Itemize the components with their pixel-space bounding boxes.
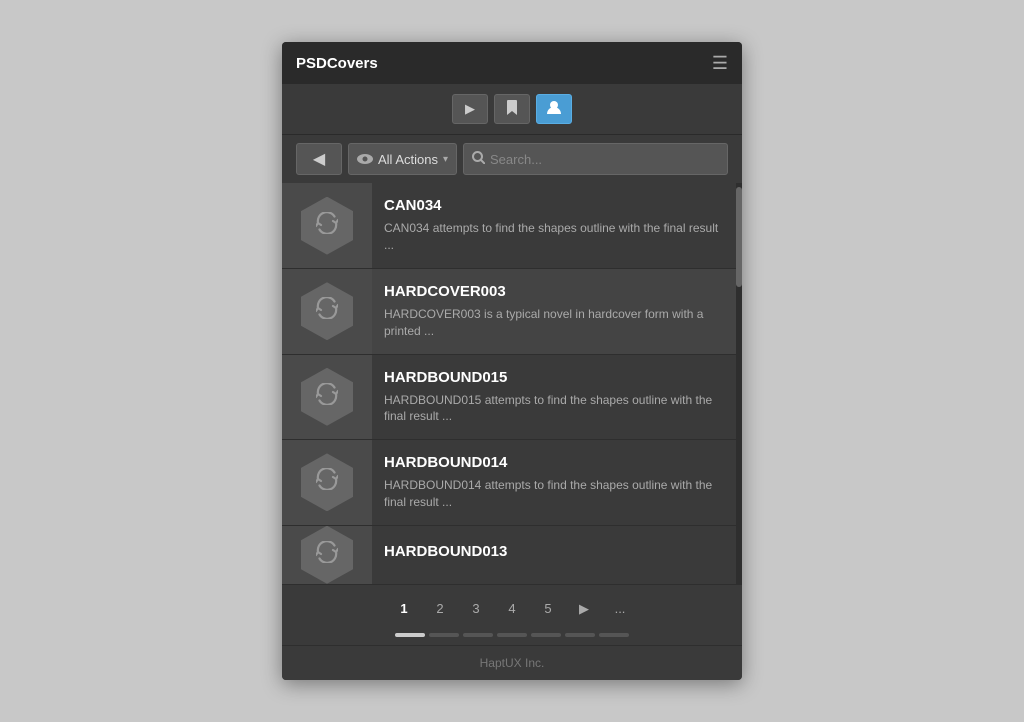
list-items: CAN034 CAN034 attempts to find the shape… — [282, 183, 736, 584]
refresh-icon — [316, 541, 338, 569]
scrollbar-track[interactable] — [736, 183, 742, 584]
item-title: HARDBOUND014 — [384, 454, 724, 471]
hex-shape — [301, 526, 353, 584]
item-description: HARDBOUND014 attempts to find the shapes… — [384, 477, 724, 511]
toolbar: ▶ — [282, 84, 742, 135]
list-wrapper: CAN034 CAN034 attempts to find the shape… — [282, 183, 742, 584]
eye-icon — [357, 152, 373, 167]
footer: HaptUX Inc. — [282, 645, 742, 680]
list-item[interactable]: HARDBOUND015 HARDBOUND015 attempts to fi… — [282, 355, 736, 441]
page-next-button[interactable]: ▶ — [568, 595, 600, 623]
item-thumbnail — [282, 355, 372, 440]
page-button-3[interactable]: 3 — [460, 595, 492, 623]
page-indicator — [497, 633, 527, 637]
back-button[interactable]: ◀ — [296, 143, 342, 175]
page-ellipsis[interactable]: ... — [604, 595, 636, 623]
page-indicator — [463, 633, 493, 637]
item-content: HARDCOVER003 HARDCOVER003 is a typical n… — [372, 269, 736, 354]
item-content: HARDBOUND015 HARDBOUND015 attempts to fi… — [372, 355, 736, 440]
bookmark-button[interactable] — [494, 94, 530, 124]
refresh-icon — [316, 383, 338, 411]
list-item[interactable]: CAN034 CAN034 attempts to find the shape… — [282, 183, 736, 269]
page-button-4[interactable]: 4 — [496, 595, 528, 623]
item-title: HARDCOVER003 — [384, 283, 724, 300]
refresh-icon — [316, 468, 338, 496]
item-thumbnail — [282, 269, 372, 354]
search-bar: ◀ All Actions ▾ — [282, 135, 742, 183]
hex-shape — [301, 197, 353, 255]
page-indicator — [565, 633, 595, 637]
scrollbar-thumb[interactable] — [736, 187, 742, 287]
play-button[interactable]: ▶ — [452, 94, 488, 124]
hex-shape — [301, 368, 353, 426]
item-content: HARDBOUND014 HARDBOUND014 attempts to fi… — [372, 440, 736, 525]
page-button-2[interactable]: 2 — [424, 595, 456, 623]
page-button-1[interactable]: 1 — [388, 595, 420, 623]
header: PSDCovers ☰ — [282, 42, 742, 84]
filter-label: All Actions — [378, 152, 438, 167]
hex-shape — [301, 282, 353, 340]
app-title: PSDCovers — [296, 55, 378, 72]
search-icon — [472, 151, 485, 167]
page-indicator-active — [395, 633, 425, 637]
search-input-wrapper — [463, 143, 728, 175]
user-button[interactable] — [536, 94, 572, 124]
page-indicator — [429, 633, 459, 637]
filter-dropdown[interactable]: All Actions ▾ — [348, 143, 457, 175]
item-title: CAN034 — [384, 197, 724, 214]
item-content: CAN034 CAN034 attempts to find the shape… — [372, 183, 736, 268]
pagination: 1 2 3 4 5 ▶ ... — [282, 585, 742, 629]
item-thumbnail — [282, 440, 372, 525]
item-title: HARDBOUND015 — [384, 369, 724, 386]
list-item[interactable]: HARDCOVER003 HARDCOVER003 is a typical n… — [282, 269, 736, 355]
app-container: PSDCovers ☰ ▶ — [282, 42, 742, 679]
chevron-down-icon: ▾ — [443, 154, 448, 165]
item-description: HARDCOVER003 is a typical novel in hardc… — [384, 306, 724, 340]
page-indicator — [531, 633, 561, 637]
refresh-icon — [316, 212, 338, 240]
bookmark-icon — [506, 100, 518, 119]
item-description: CAN034 attempts to find the shapes outli… — [384, 220, 724, 254]
item-thumbnail — [282, 183, 372, 268]
refresh-icon — [316, 297, 338, 325]
page-indicator — [599, 633, 629, 637]
footer-text: HaptUX Inc. — [480, 656, 545, 670]
item-description: HARDBOUND015 attempts to find the shapes… — [384, 392, 724, 426]
hex-shape — [301, 453, 353, 511]
play-icon: ▶ — [465, 101, 475, 117]
user-icon — [547, 100, 561, 119]
hamburger-icon[interactable]: ☰ — [712, 53, 728, 74]
item-content: HARDBOUND013 — [372, 526, 736, 584]
search-input[interactable] — [490, 152, 719, 167]
back-icon: ◀ — [313, 149, 325, 169]
item-thumbnail — [282, 526, 372, 584]
list-item[interactable]: HARDBOUND013 — [282, 526, 736, 585]
page-indicators — [282, 629, 742, 645]
page-button-5[interactable]: 5 — [532, 595, 564, 623]
item-title: HARDBOUND013 — [384, 543, 724, 560]
list-item[interactable]: HARDBOUND014 HARDBOUND014 attempts to fi… — [282, 440, 736, 526]
